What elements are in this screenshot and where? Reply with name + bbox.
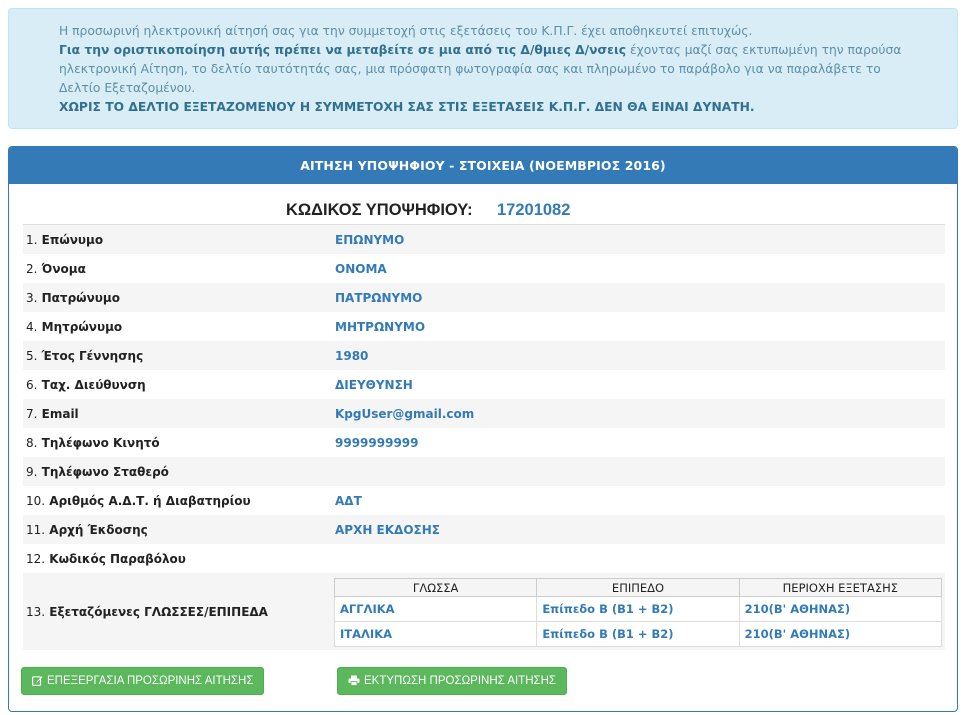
field-row-name: 2. Όνομα ΟΝΟΜΑ (23, 254, 945, 283)
field-number: 1. (26, 232, 38, 247)
field-label: Αριθμός Α.Δ.Τ. ή Διαβατηρίου (49, 493, 251, 508)
field-row-languages: 13. Εξεταζόμενες ΓΛΩΣΣΕΣ/ΕΠΙΠΕΔΑ ΓΛΩΣΣΑ … (23, 573, 945, 650)
exam-area-cell: 210(Β' ΑΘΗΝΑΣ) (738, 596, 943, 622)
level-cell: Επίπεδο Β (Β1 + Β2) (536, 621, 740, 647)
fields-table: 1. Επώνυμο ΕΠΩΝΥΜΟ 2. Όνομα ΟΝΟΜΑ 3. Πατ… (23, 224, 945, 650)
level-cell: Επίπεδο Β (Β1 + Β2) (536, 596, 740, 622)
field-row-birth-year: 5. Έτος Γέννησης 1980 (23, 341, 945, 370)
field-label: Όνομα (41, 261, 86, 276)
languages-table: ΓΛΩΣΣΑ ΕΠΙΠΕΔΟ ΠΕΡΙΟΧΗ ΕΞΕΤΑΣΗΣ ΑΓΓΛΙΚΑ … (333, 578, 943, 647)
field-label: Μητρώνυμο (41, 319, 123, 334)
field-label: Email (41, 406, 79, 421)
exam-area-cell: 210(Β' ΑΘΗΝΑΣ) (738, 621, 943, 647)
field-value: ΟΝΟΜΑ (335, 261, 387, 276)
field-value: ΔΙΕΥΘΥΝΣΗ (335, 377, 413, 392)
field-row-father-name: 3. Πατρώνυμο ΠΑΤΡΩΝΥΜΟ (23, 283, 945, 312)
print-icon (348, 675, 360, 688)
field-number: 8. (26, 435, 38, 450)
field-number: 13. (26, 604, 46, 619)
field-row-landline: 9. Τηλέφωνο Σταθερό (23, 457, 945, 486)
edit-application-label: ΕΠΕΞΕΡΓΑΣΙΑ ΠΡΟΣΩΡΙΝΗΣ ΑΙΤΗΣΗΣ (47, 675, 254, 687)
field-number: 10. (26, 493, 46, 508)
field-number: 4. (26, 319, 38, 334)
table-row: ΙΤΑΛΙΚΑ Επίπεδο Β (Β1 + Β2) 210(Β' ΑΘΗΝΑ… (333, 621, 943, 647)
field-label: Επώνυμο (41, 232, 104, 247)
field-value: ΜΗΤΡΩΝΥΜΟ (335, 319, 426, 334)
languages-header-row: ΓΛΩΣΣΑ ΕΠΙΠΕΔΟ ΠΕΡΙΟΧΗ ΕΞΕΤΑΣΗΣ (333, 578, 943, 597)
field-value: ΑΡΧΗ ΕΚΔΟΣΗΣ (335, 522, 440, 537)
info-alert: Η προσωρινή ηλεκτρονική αίτησή σας για τ… (8, 8, 958, 129)
field-number: 3. (26, 290, 38, 305)
field-number: 7. (26, 406, 38, 421)
language-cell: ΙΤΑΛΙΚΑ (333, 621, 538, 647)
language-cell: ΑΓΓΛΙΚΑ (333, 596, 538, 622)
field-value: 1980 (335, 348, 369, 363)
field-row-address: 6. Ταχ. Διεύθυνση ΔΙΕΥΘΥΝΣΗ (23, 370, 945, 399)
field-label: Τηλέφωνο Κινητό (41, 435, 160, 450)
column-header-exam-area: ΠΕΡΙΟΧΗ ΕΞΕΤΑΣΗΣ (738, 578, 943, 597)
field-row-email: 7. Email KpgUser@gmail.com (23, 399, 945, 428)
field-row-mobile: 8. Τηλέφωνο Κινητό 9999999999 (23, 428, 945, 457)
edit-icon (32, 675, 43, 688)
alert-instructions: Για την οριστικοποίηση αυτής πρέπει να μ… (59, 41, 907, 98)
alert-instructions-bold: Για την οριστικοποίηση αυτής πρέπει να μ… (59, 43, 627, 57)
field-row-issuing-authority: 11. Αρχή Έκδοσης ΑΡΧΗ ΕΚΔΟΣΗΣ (23, 515, 945, 544)
field-label: Αρχή Έκδοσης (49, 522, 148, 537)
candidate-code-label: ΚΩΔΙΚΟΣ ΥΠΟΨΗΦΙΟΥ: (286, 201, 473, 219)
field-label: Τηλέφωνο Σταθερό (41, 464, 169, 479)
field-number: 9. (26, 464, 38, 479)
field-value: ΕΠΩΝΥΜΟ (335, 232, 405, 247)
field-number: 12. (26, 551, 46, 566)
field-label: Εξεταζόμενες ΓΛΩΣΣΕΣ/ΕΠΙΠΕΔΑ (49, 604, 268, 619)
alert-warning: ΧΩΡΙΣ ΤΟ ΔΕΛΤΙΟ ΕΞΕΤΑΖΟΜΕΝΟΥ Η ΣΥΜΜΕΤΟΧΗ… (59, 100, 755, 114)
candidate-code-value: 17201082 (497, 201, 571, 219)
field-label: Κωδικός Παραβόλου (49, 551, 186, 566)
column-header-level: ΕΠΙΠΕΔΟ (536, 578, 740, 597)
field-value: ΑΔΤ (335, 493, 362, 508)
field-row-id-number: 10. Αριθμός Α.Δ.Τ. ή Διαβατηρίου ΑΔΤ (23, 486, 945, 515)
field-label: Έτος Γέννησης (41, 348, 144, 363)
field-value: ΠΑΤΡΩΝΥΜΟ (335, 290, 423, 305)
field-label: Πατρώνυμο (41, 290, 120, 305)
field-number: 2. (26, 261, 38, 276)
candidate-code: ΚΩΔΙΚΟΣ ΥΠΟΨΗΦΙΟΥ: 17201082 (9, 199, 957, 225)
alert-success-text: Η προσωρινή ηλεκτρονική αίτησή σας για τ… (59, 24, 753, 38)
field-value: 9999999999 (335, 435, 419, 450)
print-application-label: ΕΚΤΥΠΩΣΗ ΠΡΟΣΩΡΙΝΗΣ ΑΙΤΗΣΗΣ (364, 675, 557, 687)
field-label: Ταχ. Διεύθυνση (41, 377, 146, 392)
print-application-button[interactable]: ΕΚΤΥΠΩΣΗ ΠΡΟΣΩΡΙΝΗΣ ΑΙΤΗΣΗΣ (337, 667, 567, 695)
field-number: 6. (26, 377, 38, 392)
application-panel: ΑΙΤΗΣΗ ΥΠΟΨΗΦΙΟΥ - ΣΤΟΙΧΕΙΑ (ΝΟΕΜΒΡΙΟΣ 2… (8, 146, 958, 712)
field-number: 11. (26, 522, 46, 537)
column-header-language: ΓΛΩΣΣΑ (333, 578, 538, 597)
field-row-mother-name: 4. Μητρώνυμο ΜΗΤΡΩΝΥΜΟ (23, 312, 945, 341)
edit-application-button[interactable]: ΕΠΕΞΕΡΓΑΣΙΑ ΠΡΟΣΩΡΙΝΗΣ ΑΙΤΗΣΗΣ (21, 667, 264, 695)
panel-heading: ΑΙΤΗΣΗ ΥΠΟΨΗΦΙΟΥ - ΣΤΟΙΧΕΙΑ (ΝΟΕΜΒΡΙΟΣ 2… (9, 147, 957, 184)
field-number: 5. (26, 348, 38, 363)
table-row: ΑΓΓΛΙΚΑ Επίπεδο Β (Β1 + Β2) 210(Β' ΑΘΗΝΑ… (333, 596, 943, 622)
field-row-fee-code: 12. Κωδικός Παραβόλου (23, 544, 945, 573)
field-row-surname: 1. Επώνυμο ΕΠΩΝΥΜΟ (23, 225, 945, 254)
field-value: KpgUser@gmail.com (335, 406, 475, 421)
